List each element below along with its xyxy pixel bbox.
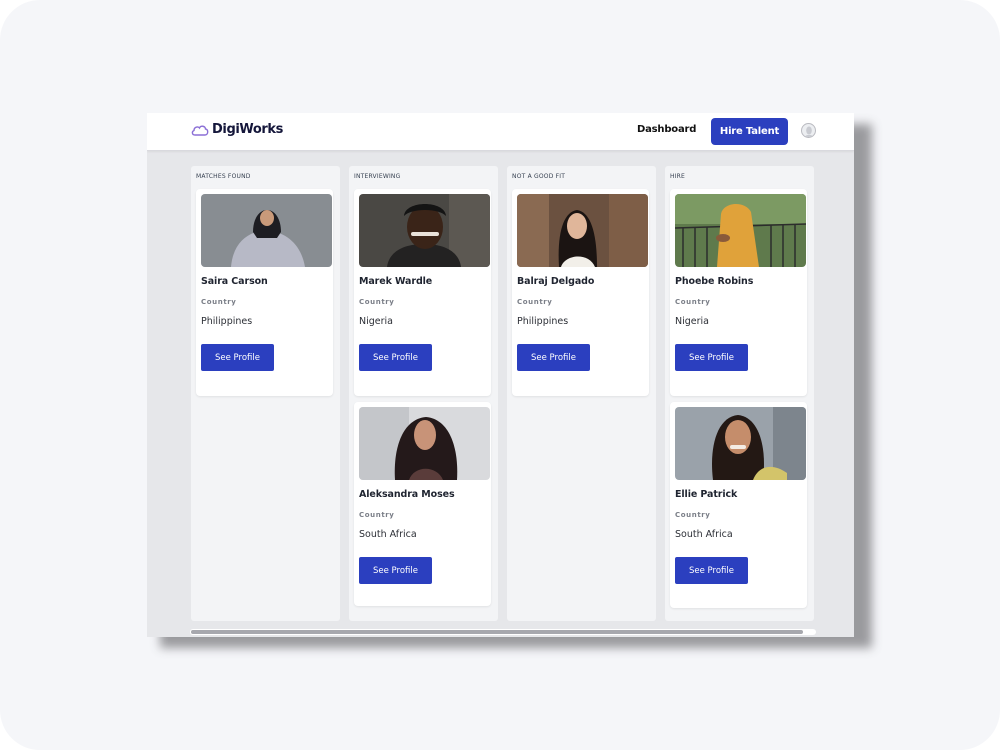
column-hire: HIRE Phoebe Robins Country Nigeria See P… (665, 166, 814, 621)
column-title: NOT A GOOD FIT (512, 173, 566, 180)
user-avatar[interactable] (801, 123, 816, 138)
nav-dashboard-link[interactable]: Dashboard (637, 124, 696, 135)
country-label: Country (675, 298, 711, 306)
see-profile-button[interactable]: See Profile (359, 557, 432, 584)
user-icon (805, 126, 813, 137)
candidate-country: South Africa (675, 529, 733, 540)
column-matches-found: MATCHES FOUND Saira Carson Country Phili… (191, 166, 340, 621)
column-not-a-good-fit: NOT A GOOD FIT Balraj Delgado Country Ph… (507, 166, 656, 621)
see-profile-button[interactable]: See Profile (675, 344, 748, 371)
column-title: HIRE (670, 173, 686, 180)
kanban-board: MATCHES FOUND Saira Carson Country Phili… (147, 151, 854, 629)
cloud-logo-icon (191, 125, 209, 136)
candidate-name: Ellie Patrick (675, 489, 738, 500)
column-title: INTERVIEWING (354, 173, 401, 180)
see-profile-button[interactable]: See Profile (201, 344, 274, 371)
candidate-name: Saira Carson (201, 276, 268, 287)
horizontal-scrollbar[interactable] (190, 629, 816, 635)
column-title: MATCHES FOUND (196, 173, 251, 180)
candidate-card[interactable]: Ellie Patrick Country South Africa See P… (670, 402, 807, 608)
candidate-photo (517, 194, 648, 267)
candidate-photo (359, 194, 490, 267)
hire-talent-button[interactable]: Hire Talent (711, 118, 788, 145)
candidate-country: Philippines (201, 316, 253, 327)
candidate-country: South Africa (359, 529, 417, 540)
brand-name: DigiWorks (212, 122, 284, 137)
country-label: Country (517, 298, 553, 306)
see-profile-button[interactable]: See Profile (517, 344, 590, 371)
candidate-photo (675, 194, 806, 267)
candidate-country: Nigeria (359, 316, 393, 327)
candidate-card[interactable]: Aleksandra Moses Country South Africa Se… (354, 402, 491, 606)
candidate-country: Philippines (517, 316, 569, 327)
candidate-card[interactable]: Balraj Delgado Country Philippines See P… (512, 189, 649, 396)
candidate-photo (675, 407, 806, 480)
see-profile-button[interactable]: See Profile (675, 557, 748, 584)
country-label: Country (201, 298, 237, 306)
candidate-photo (201, 194, 332, 267)
country-label: Country (359, 511, 395, 519)
candidate-card[interactable]: Phoebe Robins Country Nigeria See Profil… (670, 189, 807, 396)
top-navbar: DigiWorks Dashboard Hire Talent (147, 113, 854, 151)
candidate-name: Phoebe Robins (675, 276, 754, 287)
candidate-name: Balraj Delgado (517, 276, 595, 287)
candidate-name: Marek Wardle (359, 276, 433, 287)
see-profile-button[interactable]: See Profile (359, 344, 432, 371)
app-window: DigiWorks Dashboard Hire Talent MATCHES … (147, 113, 854, 637)
country-label: Country (359, 298, 395, 306)
candidate-card[interactable]: Marek Wardle Country Nigeria See Profile (354, 189, 491, 396)
candidate-name: Aleksandra Moses (359, 489, 455, 500)
brand-logo[interactable]: DigiWorks (191, 122, 283, 137)
column-interviewing: INTERVIEWING Marek Wardle Country Nigeri… (349, 166, 498, 621)
candidate-card[interactable]: Saira Carson Country Philippines See Pro… (196, 189, 333, 396)
country-label: Country (675, 511, 711, 519)
scrollbar-thumb[interactable] (191, 630, 803, 634)
candidate-photo (359, 407, 490, 480)
candidate-country: Nigeria (675, 316, 709, 327)
